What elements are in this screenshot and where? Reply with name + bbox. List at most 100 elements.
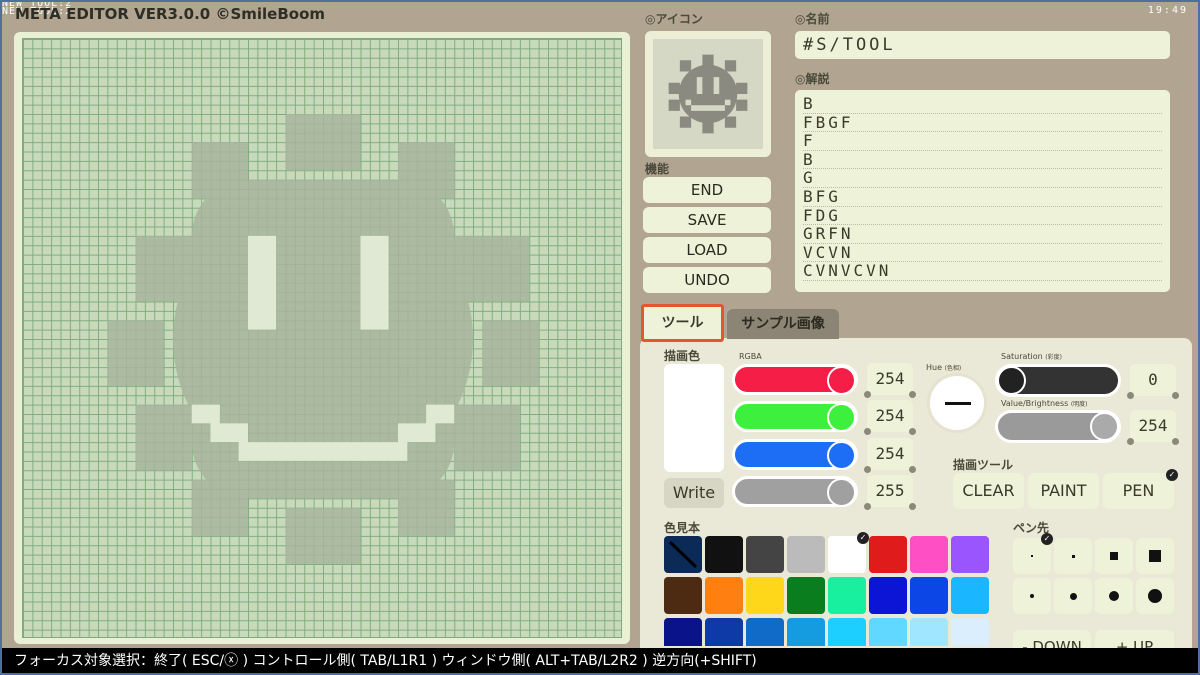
pixel-canvas[interactable] <box>22 38 622 638</box>
color-swatch[interactable] <box>828 577 866 614</box>
hue-label-text: Hue <box>926 363 943 372</box>
color-preview <box>664 364 724 472</box>
color-swatch[interactable] <box>951 577 989 614</box>
color-swatch[interactable] <box>951 536 989 573</box>
green-value[interactable]: 254 <box>864 400 916 435</box>
color-swatch[interactable] <box>787 618 825 646</box>
saturation-label-text: Saturation <box>1001 352 1043 361</box>
description-line: VCVN <box>803 243 1162 263</box>
description-line: B <box>803 150 1162 170</box>
red-slider[interactable] <box>732 364 858 395</box>
status-bar: フォーカス対象選択：終了( ESC/ⓧ ) コントロール側( TAB/L1R1 … <box>0 648 1200 675</box>
description-line: CVNVCVN <box>803 262 1162 281</box>
color-swatch[interactable] <box>746 577 784 614</box>
slider-knob[interactable] <box>827 403 856 432</box>
canvas-sprite <box>107 114 539 564</box>
tab-sample-images[interactable]: サンプル画像 <box>727 309 839 339</box>
pen-size-4[interactable] <box>1136 538 1174 574</box>
description-field[interactable]: B FBGF F B G BFG FDG GRFN VCVN CVNVCVN <box>795 90 1170 292</box>
rgba-label: RGBA <box>739 352 762 361</box>
undo-button[interactable]: UNDO <box>643 267 771 293</box>
slider-knob[interactable] <box>827 441 856 470</box>
alpha-slider[interactable] <box>732 476 858 507</box>
draw-color-label: 描画色 <box>664 349 701 363</box>
blue-value[interactable]: 254 <box>864 438 916 473</box>
color-swatch[interactable] <box>705 536 743 573</box>
description-label: ◎解説 <box>795 72 830 86</box>
pen-size-2[interactable] <box>1054 538 1092 574</box>
color-swatch[interactable] <box>664 618 702 646</box>
name-field[interactable]: #S/TOOL <box>795 31 1170 59</box>
color-swatch[interactable] <box>828 618 866 646</box>
color-swatch[interactable] <box>746 618 784 646</box>
brightness-value[interactable]: 254 <box>1127 410 1179 445</box>
save-button[interactable]: SAVE <box>643 207 771 233</box>
value-label-text: Value/Brightness <box>1001 399 1069 408</box>
description-line: FDG <box>803 206 1162 226</box>
check-icon: ✓ <box>1041 533 1053 545</box>
hue-label: Hue (色相) <box>926 363 961 372</box>
color-swatch[interactable] <box>910 577 948 614</box>
slider-knob[interactable] <box>827 366 856 395</box>
clock: 19:49 <box>1147 5 1188 16</box>
color-swatch[interactable] <box>787 577 825 614</box>
icon-label: ◎アイコン <box>645 12 703 26</box>
pen-round-2[interactable] <box>1054 578 1092 614</box>
pen-size-3[interactable] <box>1095 538 1133 574</box>
color-swatch[interactable] <box>705 577 743 614</box>
slider-knob[interactable] <box>1090 412 1119 441</box>
icon-preview <box>645 31 771 157</box>
red-value[interactable]: 254 <box>864 363 916 398</box>
swatch-transparent[interactable] <box>664 536 702 573</box>
hue-dial[interactable] <box>927 373 987 433</box>
color-swatch[interactable] <box>951 618 989 646</box>
smiley-gear-icon <box>653 39 763 149</box>
write-button[interactable]: Write <box>664 478 724 508</box>
color-swatch[interactable] <box>787 536 825 573</box>
clear-button[interactable]: CLEAR <box>953 473 1024 509</box>
color-swatch[interactable] <box>705 618 743 646</box>
end-button[interactable]: END <box>643 177 771 203</box>
description-line: B <box>803 95 1162 114</box>
saturation-label: Saturation (彩度) <box>1001 352 1062 361</box>
green-slider[interactable] <box>732 401 858 432</box>
description-line: F <box>803 132 1162 151</box>
hue-sub-label: (色相) <box>944 365 962 372</box>
description-line: GRFN <box>803 225 1162 244</box>
color-swatch[interactable] <box>664 577 702 614</box>
color-swatch[interactable] <box>746 536 784 573</box>
slider-knob[interactable] <box>997 366 1026 395</box>
color-palette <box>664 536 994 646</box>
app-title: META EDITOR VER3.0.0 ©SmileBoom <box>15 5 326 23</box>
paint-button[interactable]: PAINT <box>1028 473 1099 509</box>
load-button[interactable]: LOAD <box>643 237 771 263</box>
value-sub-label: (明度) <box>1070 401 1088 408</box>
pen-round-3[interactable] <box>1095 578 1133 614</box>
color-swatch[interactable] <box>869 618 907 646</box>
saturation-value[interactable]: 0 <box>1127 364 1179 399</box>
pen-round-1[interactable] <box>1013 578 1051 614</box>
description-line: G <box>803 169 1162 188</box>
alpha-value[interactable]: 255 <box>864 475 916 510</box>
check-icon: ✓ <box>857 532 869 544</box>
palette-label: 色見本 <box>664 521 701 535</box>
hue-needle <box>945 402 971 405</box>
value-label: Value/Brightness (明度) <box>1001 399 1088 408</box>
draw-tools-label: 描画ツール <box>953 458 1014 472</box>
slider-knob[interactable] <box>827 478 856 507</box>
color-swatch[interactable] <box>869 577 907 614</box>
saturation-slider[interactable] <box>995 364 1121 397</box>
blue-slider[interactable] <box>732 439 858 470</box>
color-swatch[interactable] <box>910 618 948 646</box>
pen-button[interactable]: PEN <box>1103 473 1174 509</box>
color-swatch[interactable] <box>910 536 948 573</box>
brightness-slider[interactable] <box>995 410 1121 443</box>
tab-tool[interactable]: ツール <box>641 304 724 342</box>
pen-round-4[interactable] <box>1136 578 1174 614</box>
check-icon: ✓ <box>1166 469 1178 481</box>
color-swatch[interactable] <box>869 536 907 573</box>
description-line: FBGF <box>803 113 1162 133</box>
function-label: 機能 <box>645 162 670 176</box>
name-label: ◎名前 <box>795 12 830 26</box>
description-line: BFG <box>803 188 1162 207</box>
